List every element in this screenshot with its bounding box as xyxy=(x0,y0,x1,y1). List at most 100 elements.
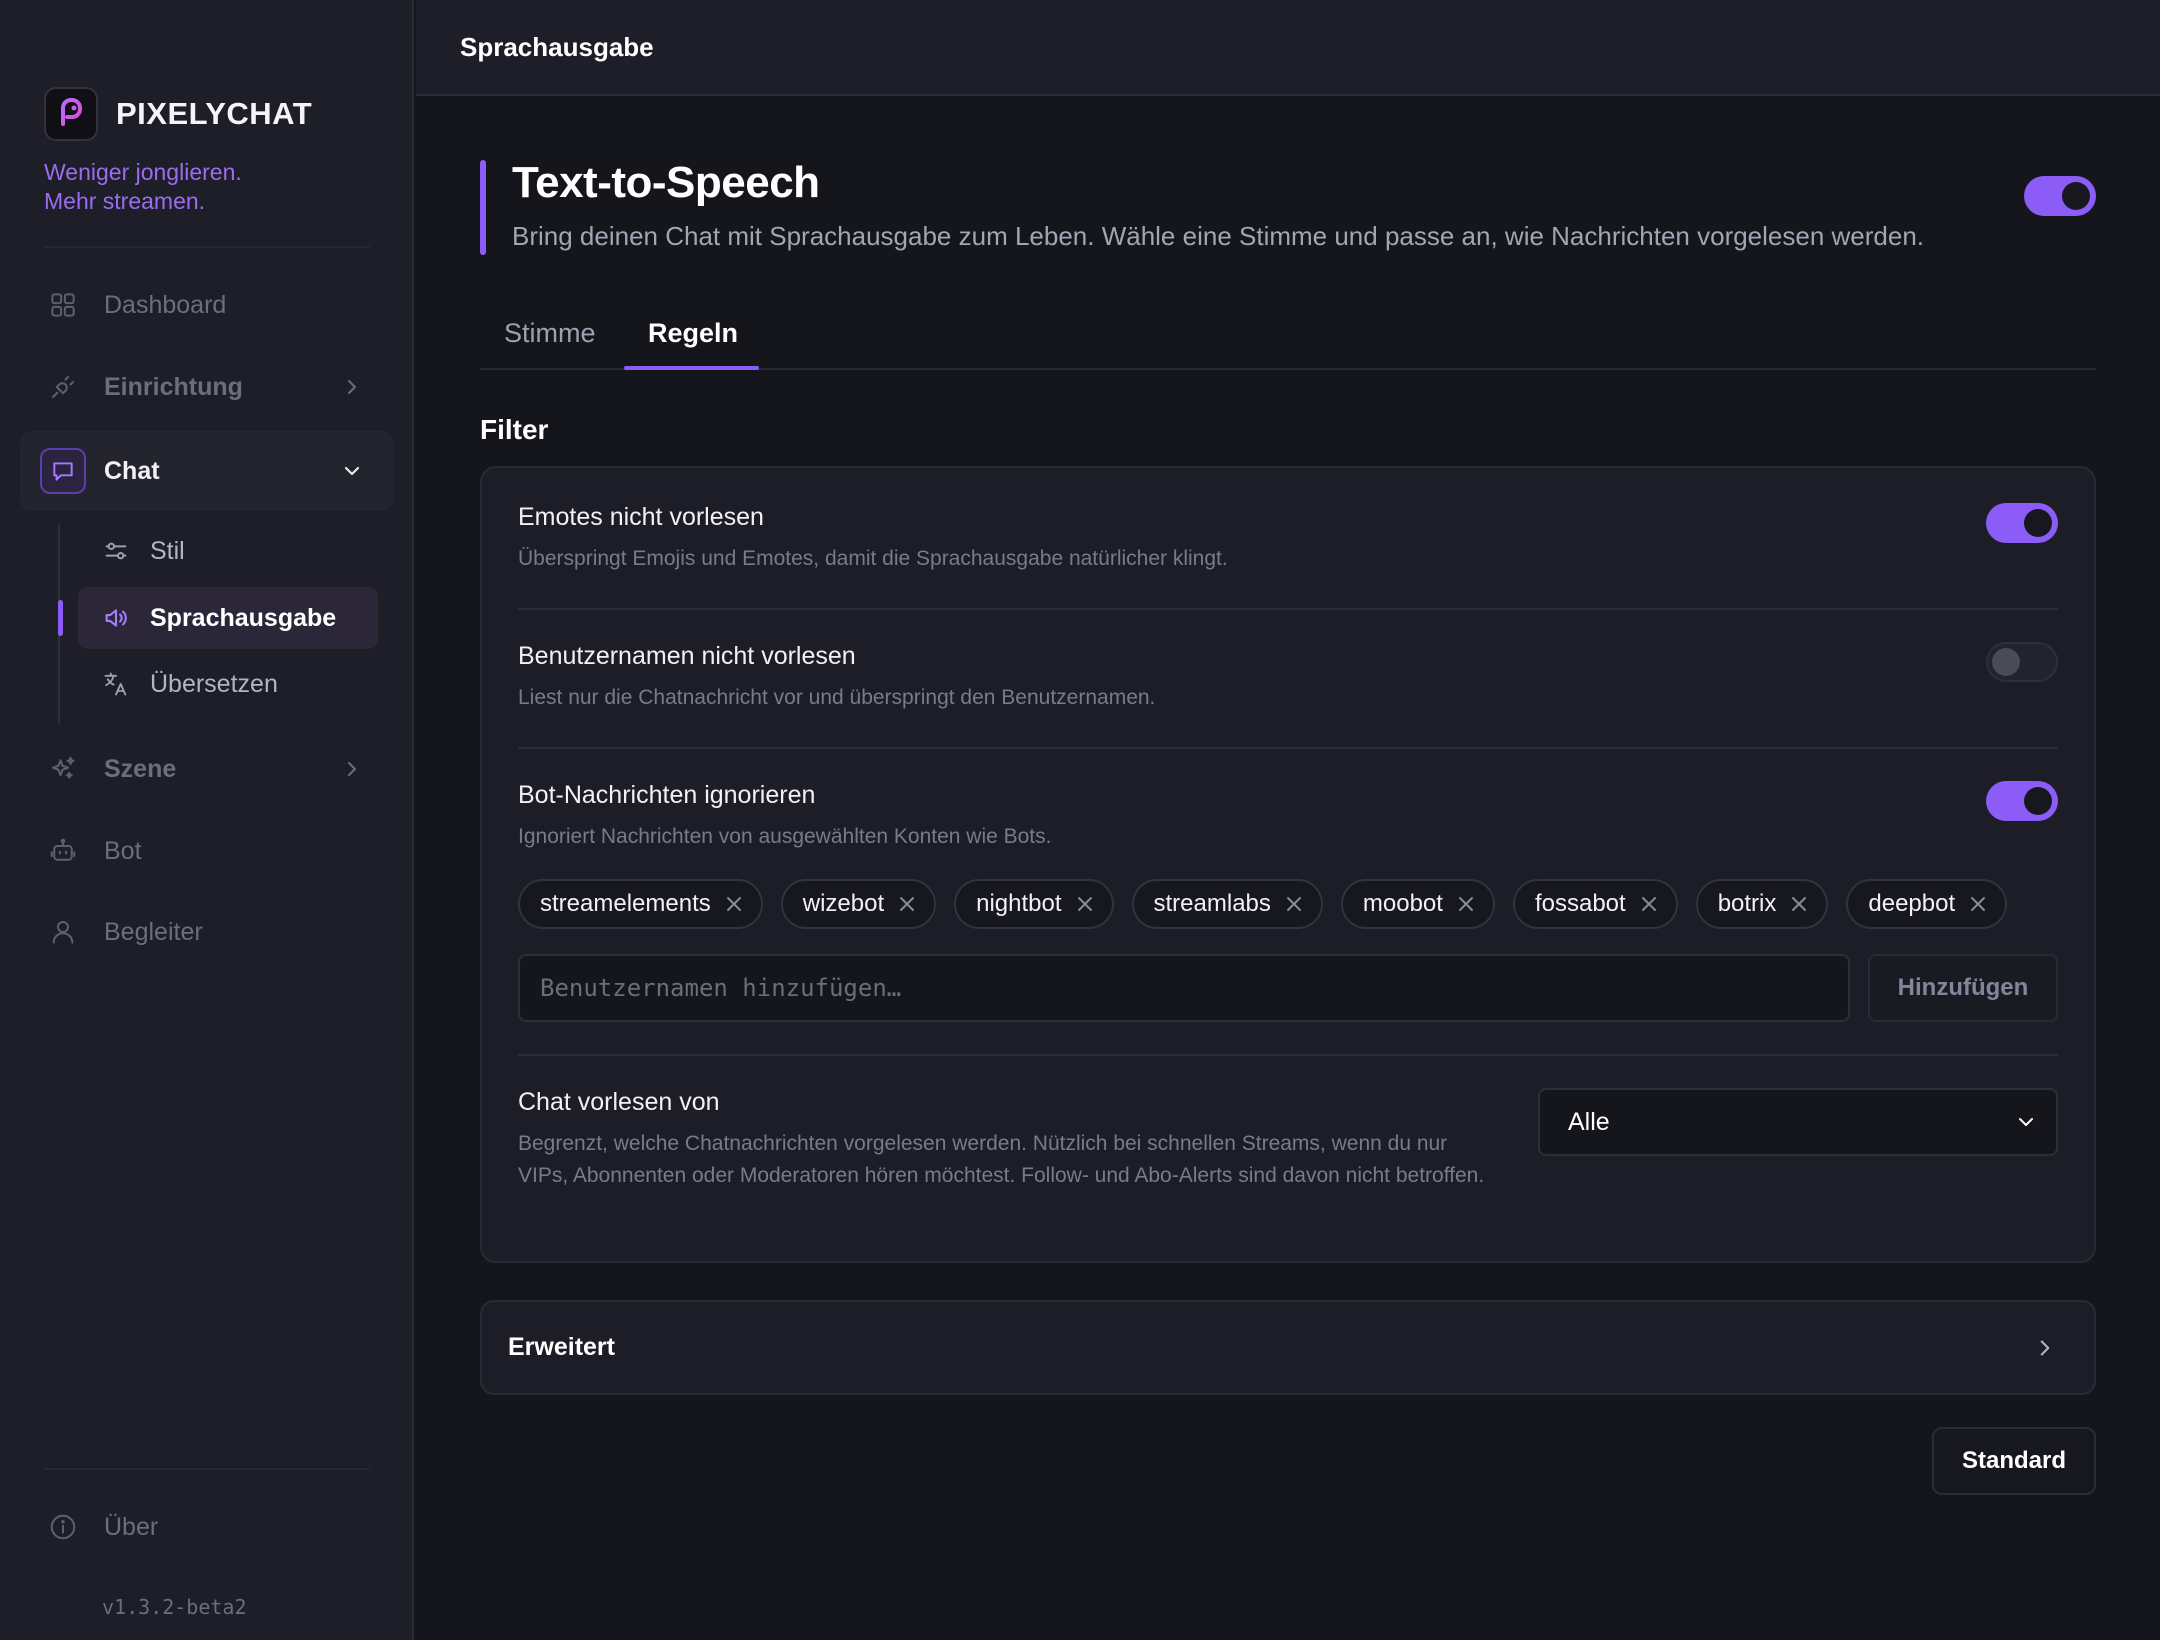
app-logo-icon xyxy=(44,87,98,141)
sidebar-item-label: Dashboard xyxy=(104,290,227,319)
setting-desc-usernames: Liest nur die Chatnachricht vor und über… xyxy=(518,686,1156,709)
sidebar: PIXELYCHAT Weniger jonglieren. Mehr stre… xyxy=(0,0,414,1640)
toggle-knob xyxy=(2024,787,2052,815)
sidebar-item-einrichtung[interactable]: Einrichtung xyxy=(20,347,394,427)
row-divider xyxy=(518,1054,2058,1056)
section-title-filter: Filter xyxy=(480,414,549,445)
select-value: Alle xyxy=(1568,1107,1610,1136)
setting-title-bots: Bot-Nachrichten ignorieren xyxy=(518,781,816,809)
page-subtitle: Bring deinen Chat mit Sprachausgabe zum … xyxy=(512,221,1925,251)
bot-chip: fossabot xyxy=(1512,879,1678,929)
chevron-right-icon xyxy=(2032,1335,2058,1361)
sidebar-subitem-uebersetzen[interactable]: Übersetzen xyxy=(78,653,378,715)
bot-chip: deepbot xyxy=(1846,879,2008,929)
tts-master-toggle[interactable] xyxy=(2024,176,2096,216)
close-icon[interactable] xyxy=(898,895,916,913)
toggle-emotes[interactable] xyxy=(1986,503,2058,543)
close-icon[interactable] xyxy=(725,895,743,913)
tab-stimme[interactable]: Stimme xyxy=(504,318,596,349)
close-icon[interactable] xyxy=(1076,895,1094,913)
chip-label: wizebot xyxy=(802,890,885,917)
close-icon[interactable] xyxy=(1790,895,1808,913)
info-icon xyxy=(48,1512,78,1542)
chevron-right-icon xyxy=(340,375,364,399)
sidebar-subitem-stil[interactable]: Stil xyxy=(78,520,378,582)
sidebar-item-label: Begleiter xyxy=(104,917,203,946)
speaker-icon xyxy=(102,604,130,632)
sidebar-divider xyxy=(44,246,370,248)
tagline-line-2: Mehr streamen. xyxy=(44,188,206,214)
setting-title-usernames: Benutzernamen nicht vorlesen xyxy=(518,642,856,670)
chip-label: fossabot xyxy=(1534,890,1626,917)
toggle-bots[interactable] xyxy=(1986,781,2058,821)
chat-bubble-icon xyxy=(40,448,86,494)
sidebar-item-label: Chat xyxy=(104,456,160,485)
sidebar-item-ueber[interactable]: Über xyxy=(20,1487,394,1567)
tagline: Weniger jonglieren. Mehr streamen. xyxy=(44,158,242,216)
translate-icon xyxy=(102,670,130,698)
toggle-knob xyxy=(2062,182,2090,210)
active-tab-underline xyxy=(624,366,759,370)
sliders-icon xyxy=(102,537,130,565)
advanced-expander[interactable]: Erweitert xyxy=(480,1300,2096,1395)
row-divider xyxy=(518,608,2058,610)
bot-chip: moobot xyxy=(1340,879,1495,929)
grid-icon xyxy=(48,290,78,320)
sidebar-subitem-label: Stil xyxy=(150,536,185,565)
chevron-right-icon xyxy=(340,757,364,781)
bot-chip-list: streamelements wizebot nightbot streamla… xyxy=(518,879,2025,929)
sidebar-item-chat[interactable]: Chat xyxy=(20,431,394,511)
setting-desc-bots: Ignoriert Nachrichten von ausgewählten K… xyxy=(518,825,1052,848)
chip-label: streamelements xyxy=(540,890,711,917)
bot-chip: nightbot xyxy=(954,879,1114,929)
add-username-input[interactable] xyxy=(518,954,1850,1022)
reset-default-button[interactable]: Standard xyxy=(1932,1427,2096,1495)
sidebar-subitem-sprachausgabe[interactable]: Sprachausgabe xyxy=(78,587,378,649)
user-icon xyxy=(48,917,78,947)
setting-desc-emotes: Überspringt Emojis und Emotes, damit die… xyxy=(518,547,1228,570)
toggle-usernames[interactable] xyxy=(1986,642,2058,682)
chat-from-select[interactable]: Alle xyxy=(1538,1088,2058,1156)
toggle-knob xyxy=(2024,509,2052,537)
close-icon[interactable] xyxy=(1457,895,1475,913)
brand[interactable]: PIXELYCHAT xyxy=(44,87,312,141)
toggle-knob xyxy=(1992,648,2020,676)
row-divider xyxy=(518,747,2058,749)
title-accent-bar xyxy=(480,160,486,255)
setting-title-emotes: Emotes nicht vorlesen xyxy=(518,503,764,531)
sidebar-item-label: Bot xyxy=(104,836,142,865)
topbar: Sprachausgabe xyxy=(416,0,2160,96)
sparkles-icon xyxy=(48,754,78,784)
tagline-line-1: Weniger jonglieren. xyxy=(44,159,242,185)
app-version: v1.3.2-beta2 xyxy=(102,1595,247,1619)
bot-chip: wizebot xyxy=(780,879,937,929)
sidebar-item-bot[interactable]: Bot xyxy=(20,811,394,891)
sidebar-item-szene[interactable]: Szene xyxy=(20,729,394,809)
sidebar-item-label: Über xyxy=(104,1512,159,1541)
page-title: Text-to-Speech xyxy=(512,158,820,207)
bot-chip: botrix xyxy=(1695,879,1829,929)
sidebar-item-begleiter[interactable]: Begleiter xyxy=(20,892,394,972)
close-icon[interactable] xyxy=(1969,895,1987,913)
sidebar-item-label: Einrichtung xyxy=(104,372,243,401)
active-indicator xyxy=(58,600,63,636)
sidebar-subitem-label: Übersetzen xyxy=(150,669,278,698)
sidebar-divider xyxy=(44,1468,370,1470)
advanced-label: Erweitert xyxy=(508,1333,615,1361)
sidebar-item-dashboard[interactable]: Dashboard xyxy=(20,265,394,345)
chip-label: nightbot xyxy=(976,890,1062,917)
bot-chip: streamelements xyxy=(518,879,763,929)
setting-title-chat-from: Chat vorlesen von xyxy=(518,1088,720,1116)
sidebar-item-label: Szene xyxy=(104,754,177,783)
chip-label: botrix xyxy=(1717,890,1777,917)
tab-regeln[interactable]: Regeln xyxy=(648,318,738,349)
chip-label: streamlabs xyxy=(1153,890,1271,917)
add-username-button[interactable]: Hinzufügen xyxy=(1868,954,2058,1022)
plug-icon xyxy=(48,372,78,402)
app-name: PIXELYCHAT xyxy=(116,96,313,131)
bot-chip: streamlabs xyxy=(1131,879,1323,929)
close-icon[interactable] xyxy=(1285,895,1303,913)
sidebar-subitem-label: Sprachausgabe xyxy=(150,603,337,632)
robot-icon xyxy=(48,836,78,866)
close-icon[interactable] xyxy=(1640,895,1658,913)
